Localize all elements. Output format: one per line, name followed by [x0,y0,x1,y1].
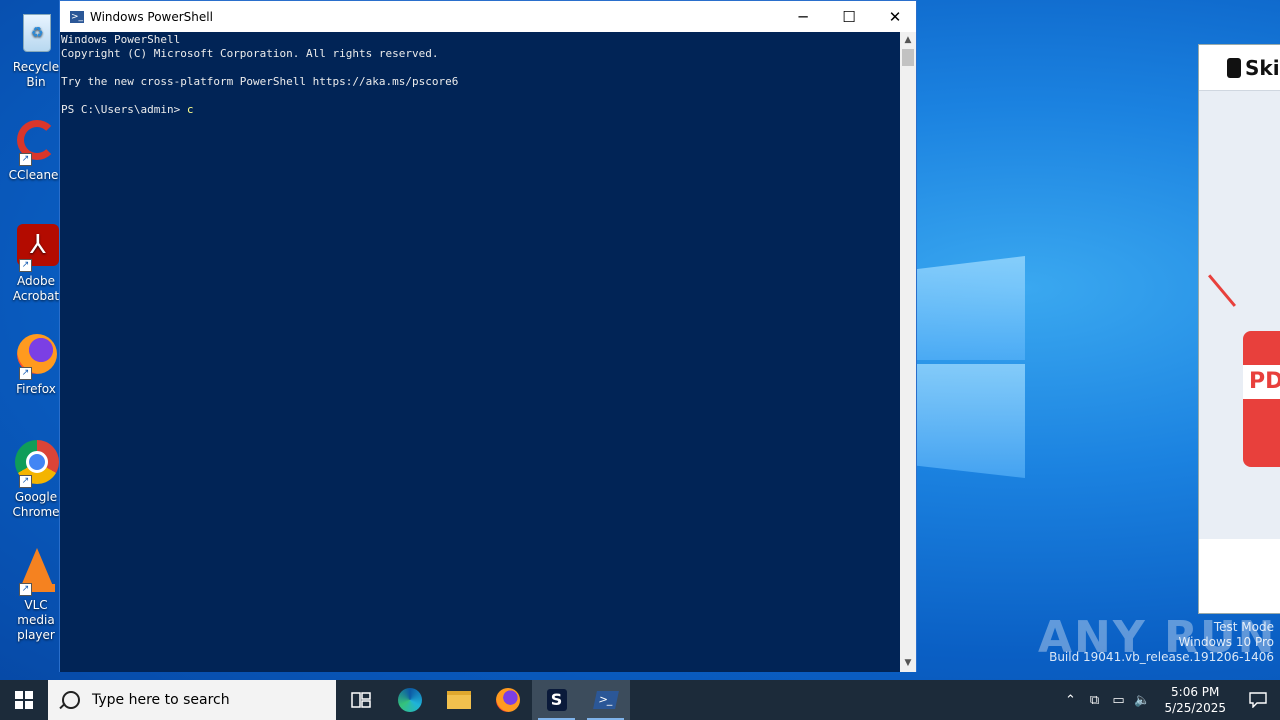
shortcut-arrow-icon: ↗ [19,583,32,596]
adobe-acrobat-icon: ⅄ ↗ [13,224,59,272]
console-output[interactable]: Windows PowerShell Copyright (C) Microsof… [60,32,901,672]
maximize-button[interactable]: ☐ [826,1,872,32]
powershell-icon: >_ [592,691,619,709]
window-title: Windows PowerShell [90,9,213,24]
app-header: Ski [1199,45,1280,91]
system-tray: ⌃ ⧉ ▭ 🔈 5:06 PM 5/25/2025 [1058,680,1280,720]
scroll-down-arrow-icon[interactable]: ▼ [900,655,916,672]
device-icon[interactable]: ⧉ [1082,693,1106,708]
console-line: Windows PowerShell [61,33,181,46]
search-icon [62,691,80,709]
prompt-line[interactable]: PS C:\Users\admin> c [61,103,901,117]
app-body: PD [1199,91,1280,539]
app-logo-icon: S [546,689,567,711]
window-titlebar[interactable]: >_ Windows PowerShell ─ ☐ ✕ [60,1,916,32]
chevron-up-icon[interactable]: ⌃ [1058,693,1082,708]
shortcut-arrow-icon: ↗ [19,259,32,272]
chrome-icon: ↗ [13,440,59,488]
taskbar-skia-app[interactable]: S [532,680,581,720]
pdf-badge: PD [1243,365,1280,399]
app-logo-icon [1227,57,1241,78]
folder-icon [446,691,471,709]
windows-logo-icon [15,691,33,709]
edition-text: Windows 10 Pro [1178,635,1274,649]
taskbar-firefox[interactable] [483,680,532,720]
burst-lines-icon [1208,255,1259,307]
test-mode-text: Test Mode [1213,620,1274,634]
build-text: Build 19041.vb_release.191206-1406 [1049,650,1274,664]
task-view-button[interactable] [336,680,385,720]
background-app-window[interactable]: Ski PD [1198,44,1280,614]
clock-time: 5:06 PM [1171,685,1220,699]
notification-icon [1249,692,1267,708]
network-icon[interactable]: ▭ [1106,693,1130,708]
search-placeholder: Type here to search [92,692,230,708]
taskbar-edge[interactable] [385,680,434,720]
app-title: Ski [1245,55,1280,80]
shortcut-arrow-icon: ↗ [19,367,32,380]
taskbar-search-box[interactable]: Type here to search [48,680,336,720]
scroll-thumb[interactable] [902,49,914,66]
console-line: Try the new cross-platform PowerShell ht… [61,75,459,88]
shortcut-arrow-icon: ↗ [19,153,32,166]
ccleaner-icon: ↗ [13,118,59,166]
wallpaper-windows-logo [905,238,1030,483]
clock-date: 5/25/2025 [1164,701,1226,715]
taskbar-file-explorer[interactable] [434,680,483,720]
system-watermark: Test Mode Windows 10 Pro Build 19041.vb_… [1049,620,1274,665]
close-button[interactable]: ✕ [872,1,918,32]
action-center-button[interactable] [1236,680,1280,720]
taskbar: Type here to search S >_ ⌃ ⧉ ▭ 🔈 5:06 PM… [0,680,1280,720]
task-view-icon [350,692,371,708]
taskbar-powershell[interactable]: >_ [581,680,630,720]
volume-icon[interactable]: 🔈 [1130,693,1154,708]
firefox-icon: ↗ [13,332,59,380]
shortcut-arrow-icon: ↗ [19,475,32,488]
console-line: Copyright (C) Microsoft Corporation. All… [61,47,439,60]
recycle-bin-icon: ♻ [13,10,59,56]
command-input[interactable]: c [187,103,194,116]
scroll-up-arrow-icon[interactable]: ▲ [900,32,916,49]
firefox-icon [495,688,520,712]
clock[interactable]: 5:06 PM 5/25/2025 [1154,684,1236,716]
powershell-window[interactable]: >_ Windows PowerShell ─ ☐ ✕ Windows Powe… [59,0,917,672]
prompt-text: PS C:\Users\admin> [61,103,187,116]
vertical-scrollbar[interactable]: ▲ ▼ [900,32,916,672]
powershell-icon: >_ [70,10,84,23]
pdf-document-icon [1243,331,1280,467]
minimize-button[interactable]: ─ [780,1,826,32]
start-button[interactable] [0,680,48,720]
vlc-icon: ↗ [13,548,59,596]
edge-icon [397,688,422,712]
